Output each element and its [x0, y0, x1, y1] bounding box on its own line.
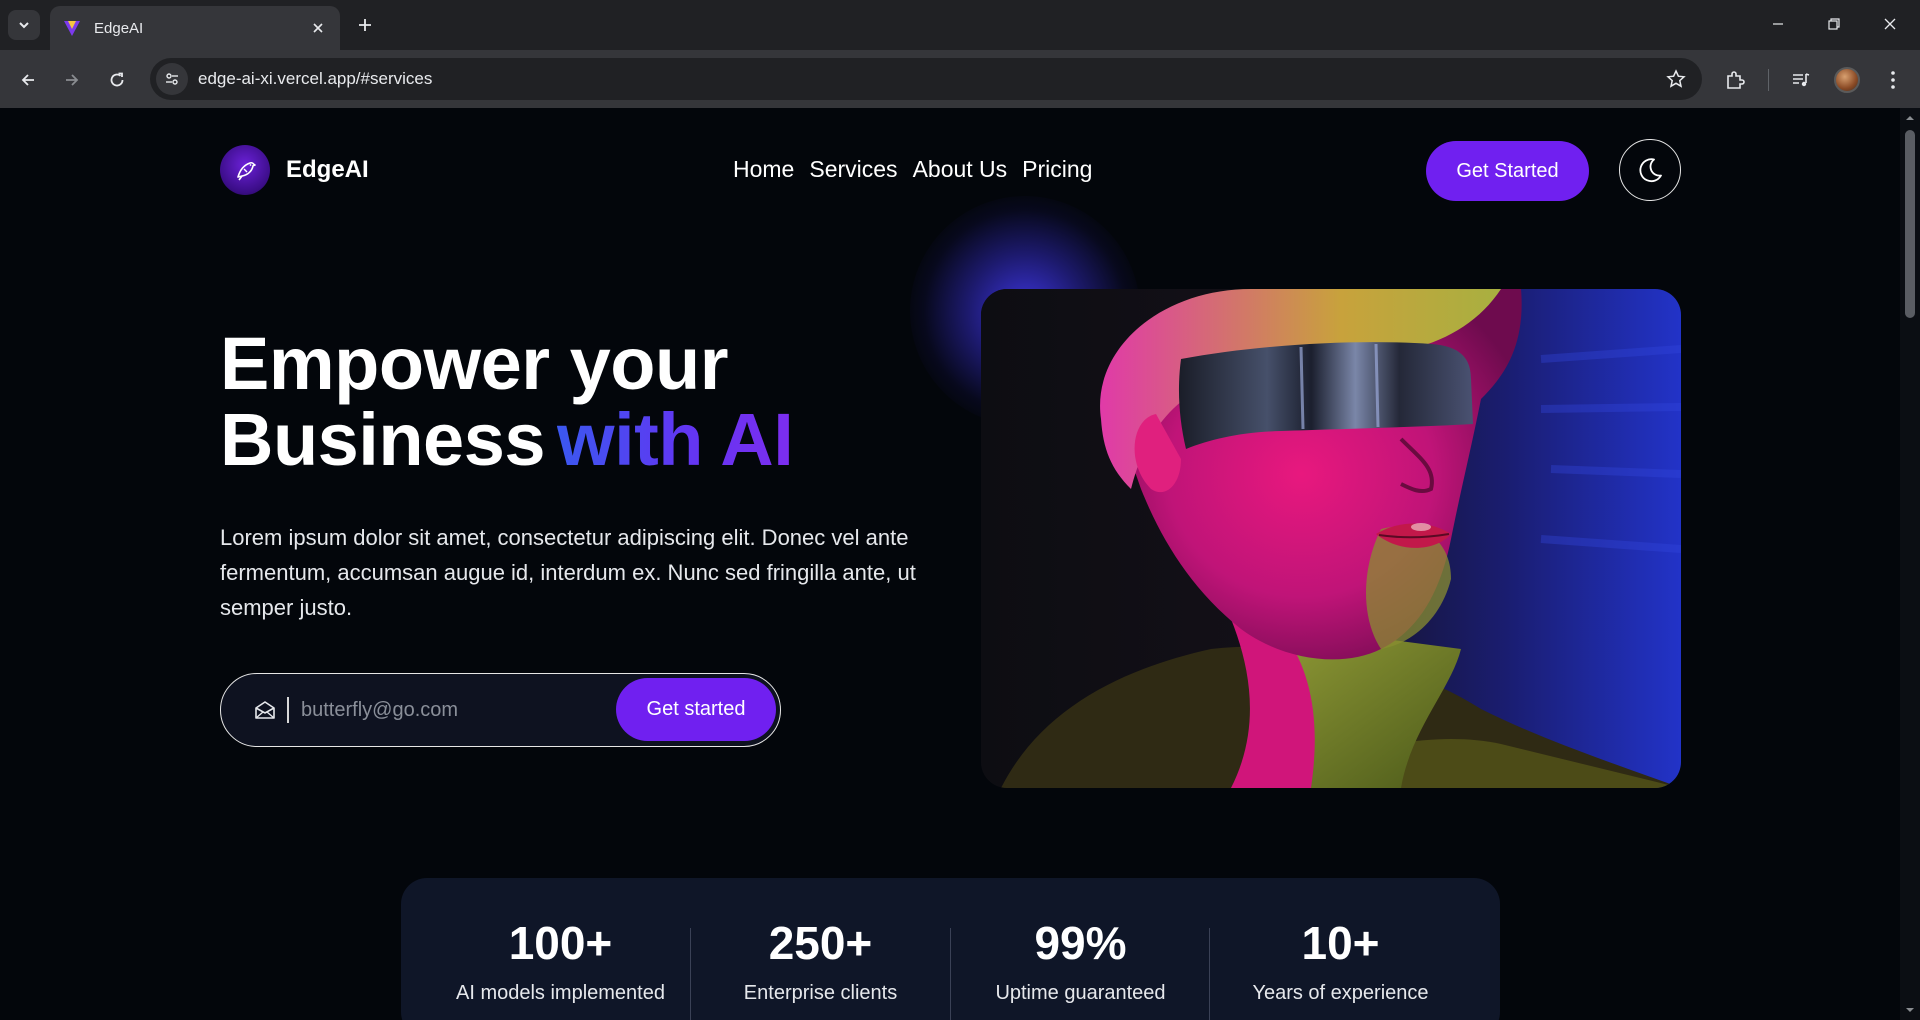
email-input[interactable] — [301, 698, 601, 722]
page-scrollbar[interactable] — [1900, 108, 1920, 1020]
favicon-icon — [64, 21, 80, 36]
arrow-right-icon — [66, 74, 79, 86]
hero-title-line1: Empower your — [220, 322, 729, 405]
close-icon — [1884, 18, 1896, 30]
hero-title-accent: with AI — [557, 398, 794, 481]
forward-button[interactable] — [56, 64, 88, 96]
brand-name: EdgeAI — [286, 156, 369, 183]
stat-card: 250+ Enterprise clients — [691, 878, 950, 1020]
scroll-up-icon[interactable] — [1904, 112, 1916, 124]
nav-link-pricing[interactable]: Pricing — [1022, 156, 1092, 183]
arrow-left-icon — [21, 74, 34, 86]
browser-tab[interactable]: EdgeAI — [50, 6, 340, 50]
profile-avatar[interactable] — [1830, 63, 1864, 97]
browser-menu-icon[interactable] — [1876, 63, 1910, 97]
stats-panel: 100+ AI models implemented 250+ Enterpri… — [401, 878, 1500, 1020]
nav-link-about-us[interactable]: About Us — [913, 156, 1008, 183]
minimize-icon — [1773, 23, 1783, 25]
page-viewport: EdgeAI Home Services About Us Pricing Ge… — [0, 108, 1920, 1020]
email-submit-button[interactable]: Get started — [616, 678, 776, 741]
stat-label: Enterprise clients — [743, 982, 898, 1004]
main-nav: Home Services About Us Pricing — [733, 156, 1092, 183]
close-window-button[interactable] — [1862, 0, 1918, 48]
page-content: EdgeAI Home Services About Us Pricing Ge… — [0, 108, 1900, 1020]
media-controls-icon[interactable] — [1784, 63, 1818, 97]
stat-card: 100+ AI models implemented — [431, 878, 690, 1020]
hero-title: Empower your Business with AI — [220, 326, 794, 481]
restore-icon — [1828, 18, 1840, 30]
nav-link-home[interactable]: Home — [733, 156, 794, 183]
bird-logo-icon — [220, 145, 270, 195]
stat-card: 10+ Years of experience — [1211, 878, 1470, 1020]
browser-toolbar: edge-ai-xi.vercel.app/#services — [0, 50, 1920, 108]
browser-tab-bar: EdgeAI — [0, 0, 1920, 50]
reload-button[interactable] — [101, 64, 133, 96]
scroll-down-icon[interactable] — [1904, 1004, 1916, 1016]
theme-toggle-button[interactable] — [1619, 139, 1681, 201]
nav-link-services[interactable]: Services — [809, 156, 897, 183]
stat-value: 99% — [1034, 917, 1127, 969]
minimize-button[interactable] — [1750, 0, 1806, 48]
stat-value: 100+ — [508, 917, 613, 969]
back-button[interactable] — [12, 64, 44, 96]
new-tab-button[interactable] — [352, 12, 378, 38]
bookmark-star-icon[interactable] — [1660, 63, 1692, 95]
site-info-icon[interactable] — [156, 63, 188, 95]
tab-search-button[interactable] — [8, 10, 40, 40]
brand-logo[interactable]: EdgeAI — [220, 145, 369, 195]
chevron-down-icon — [19, 22, 29, 29]
address-bar[interactable]: edge-ai-xi.vercel.app/#services — [150, 58, 1702, 100]
toolbar-separator — [1768, 69, 1769, 91]
envelope-icon — [251, 696, 279, 724]
stat-card: 99% Uptime guaranteed — [951, 878, 1210, 1020]
close-tab-icon[interactable] — [308, 18, 328, 38]
input-divider — [287, 697, 289, 723]
email-signup-form: Get started — [220, 673, 781, 747]
hero-title-line2: Business — [220, 398, 546, 481]
tab-title: EdgeAI — [94, 19, 144, 37]
stat-label: AI models implemented — [456, 982, 665, 1004]
stat-value: 250+ — [768, 917, 873, 969]
avatar — [1834, 67, 1860, 93]
hero-image — [981, 289, 1681, 788]
reload-icon — [110, 72, 124, 87]
stat-label: Uptime guaranteed — [995, 982, 1166, 1004]
url-text[interactable]: edge-ai-xi.vercel.app/#services — [198, 69, 1660, 89]
plus-icon — [359, 19, 371, 31]
stat-divider — [1209, 928, 1210, 1020]
stat-value: 10+ — [1301, 917, 1380, 969]
extensions-icon[interactable] — [1718, 63, 1752, 97]
stat-label: Years of experience — [1252, 982, 1429, 1004]
moon-icon — [1639, 158, 1662, 183]
get-started-button[interactable]: Get Started — [1426, 141, 1589, 201]
hero-description: Lorem ipsum dolor sit amet, consectetur … — [220, 525, 916, 620]
scroll-thumb[interactable] — [1905, 130, 1915, 318]
restore-button[interactable] — [1806, 0, 1862, 48]
